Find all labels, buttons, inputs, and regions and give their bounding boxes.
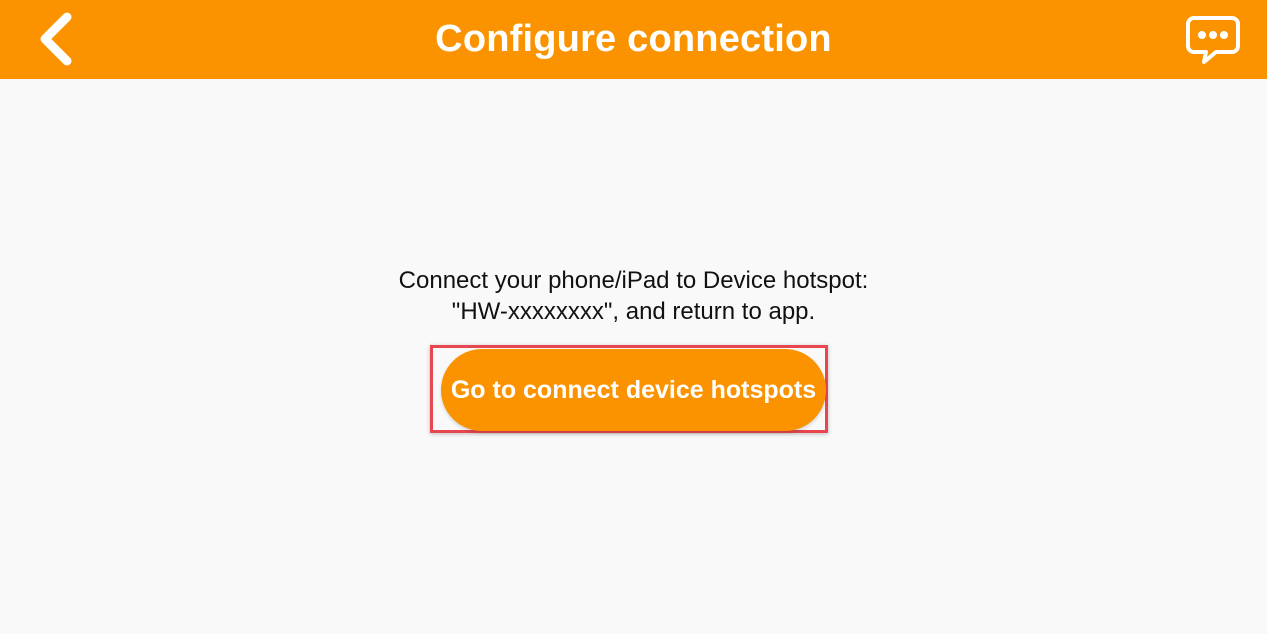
connection-instructions: Connect your phone/iPad to Device hotspo… bbox=[0, 265, 1267, 327]
main-content: Connect your phone/iPad to Device hotspo… bbox=[0, 79, 1267, 634]
connect-hotspot-button[interactable]: Go to connect device hotspots bbox=[441, 349, 826, 431]
instruction-line-1: Connect your phone/iPad to Device hotspo… bbox=[398, 267, 869, 294]
chat-button[interactable] bbox=[1185, 14, 1241, 66]
page-title: Configure connection bbox=[435, 18, 832, 60]
chat-bubble-icon bbox=[1186, 16, 1240, 64]
app-header: Configure connection bbox=[0, 0, 1267, 79]
chevron-left-icon bbox=[40, 12, 72, 66]
back-button[interactable] bbox=[30, 10, 80, 68]
instruction-line-2: "HW-xxxxxxxx", and return to app. bbox=[451, 298, 816, 325]
